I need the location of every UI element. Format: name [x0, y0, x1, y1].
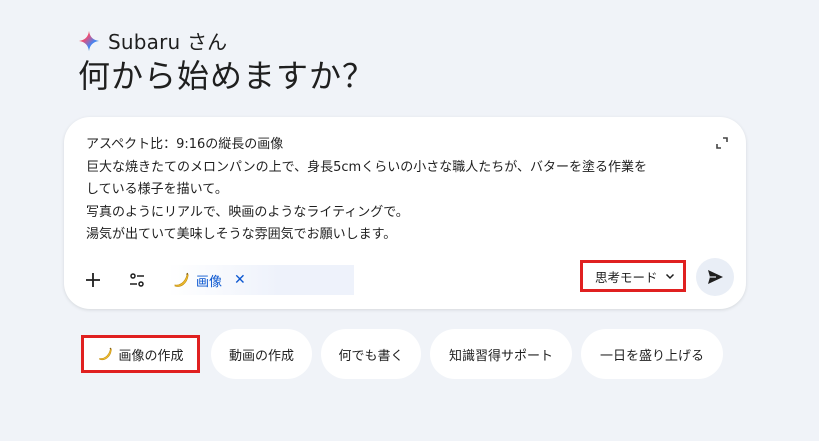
prompt-composer: アスペクト比：9:16の縦長の画像 巨大な焼きたてのメロンパンの上で、身長5cm… — [64, 117, 746, 309]
prompt-line: している様子を描いて。 — [86, 182, 228, 198]
suggestion-boost-day[interactable]: 一日を盛り上げる — [581, 329, 723, 379]
banana-icon — [174, 272, 189, 287]
suggestion-chips: 画像の作成 動画の作成 何でも書く 知識習得サポート 一日を盛り上げる — [81, 329, 732, 379]
suggestion-label: 一日を盛り上げる — [599, 348, 704, 364]
image-tool-label: 画像 — [196, 274, 223, 290]
chevron-down-icon — [665, 273, 675, 280]
tools-button[interactable] — [120, 263, 154, 297]
add-button[interactable] — [76, 263, 110, 297]
image-tool-chip[interactable]: 画像 ✕ — [168, 265, 354, 295]
close-icon[interactable]: ✕ — [234, 272, 246, 288]
prompt-input[interactable]: アスペクト比：9:16の縦長の画像 巨大な焼きたてのメロンパンの上で、身長5cm… — [86, 134, 716, 247]
prompt-line: アスペクト比：9:16の縦長の画像 — [86, 137, 284, 152]
banana-icon — [99, 347, 113, 361]
prompt-line: 写真のようにリアルで、映画のようなライティングで。 — [86, 204, 409, 220]
expand-icon[interactable] — [716, 137, 728, 149]
page-title: 何から始めますか？ — [78, 57, 376, 95]
suggestion-create-image[interactable]: 画像の作成 — [81, 335, 200, 373]
suggestion-label: 何でも書く — [338, 348, 404, 364]
mode-selected-label: 思考モード — [595, 269, 658, 285]
send-icon — [708, 270, 723, 284]
prompt-line: 湯気が出ていて美味しそうな雰囲気でお願いします。 — [86, 227, 397, 243]
suggestion-label: 動画の作成 — [228, 348, 294, 364]
composer-toolbar: 画像 ✕ — [76, 263, 354, 297]
suggestion-create-video[interactable]: 動画の作成 — [211, 329, 312, 379]
suggestion-label: 画像の作成 — [118, 348, 184, 364]
prompt-line: 巨大な焼きたてのメロンパンの上で、身長5cmくらいの小さな職人たちが、バターを塗… — [86, 159, 647, 175]
suggestion-write-anything[interactable]: 何でも書く — [321, 329, 421, 379]
mode-dropdown[interactable]: 思考モード — [580, 260, 686, 292]
gemini-sparkle-icon — [78, 30, 100, 51]
plus-icon — [86, 273, 100, 287]
send-button[interactable] — [696, 258, 734, 296]
tune-icon — [130, 273, 144, 287]
suggestion-label: 知識習得サポート — [448, 348, 553, 364]
suggestion-learning-support[interactable]: 知識習得サポート — [430, 329, 572, 379]
